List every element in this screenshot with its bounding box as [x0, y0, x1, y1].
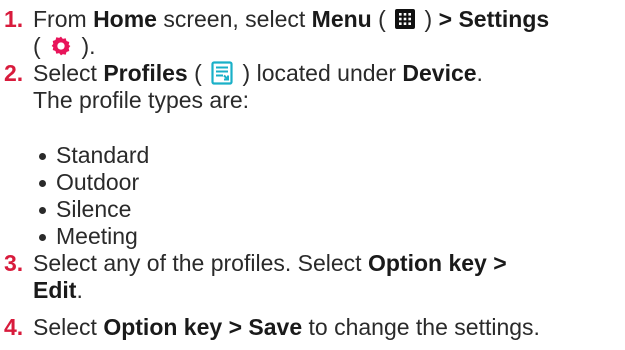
step-1-line-1: From Home screen, select Menu ( ) > Sett…	[33, 6, 550, 32]
step-3-line-1: Select any of the profiles. Select Optio…	[33, 250, 507, 276]
settings-gear-icon	[50, 35, 72, 57]
step-2-line-1: Select Profiles ( ) located under Device…	[33, 60, 483, 86]
list-item: Silence	[36, 196, 149, 223]
profile-types-list: Standard Outdoor Silence Meeting	[36, 142, 149, 250]
list-item: Outdoor	[36, 169, 149, 196]
instruction-document: 1. From Home screen, select Menu ( ) > S…	[0, 0, 625, 350]
step-2-line-2: The profile types are:	[33, 87, 250, 113]
step-3-line-2: Edit.	[33, 277, 83, 303]
menu-grid-icon	[395, 9, 416, 29]
profiles-icon	[211, 61, 233, 85]
list-item: Meeting	[36, 223, 149, 250]
list-item: Standard	[36, 142, 149, 169]
step-1-line-2: ( ).	[33, 33, 96, 59]
step-4-line-1: Select Option key > Save to change the s…	[33, 314, 540, 340]
